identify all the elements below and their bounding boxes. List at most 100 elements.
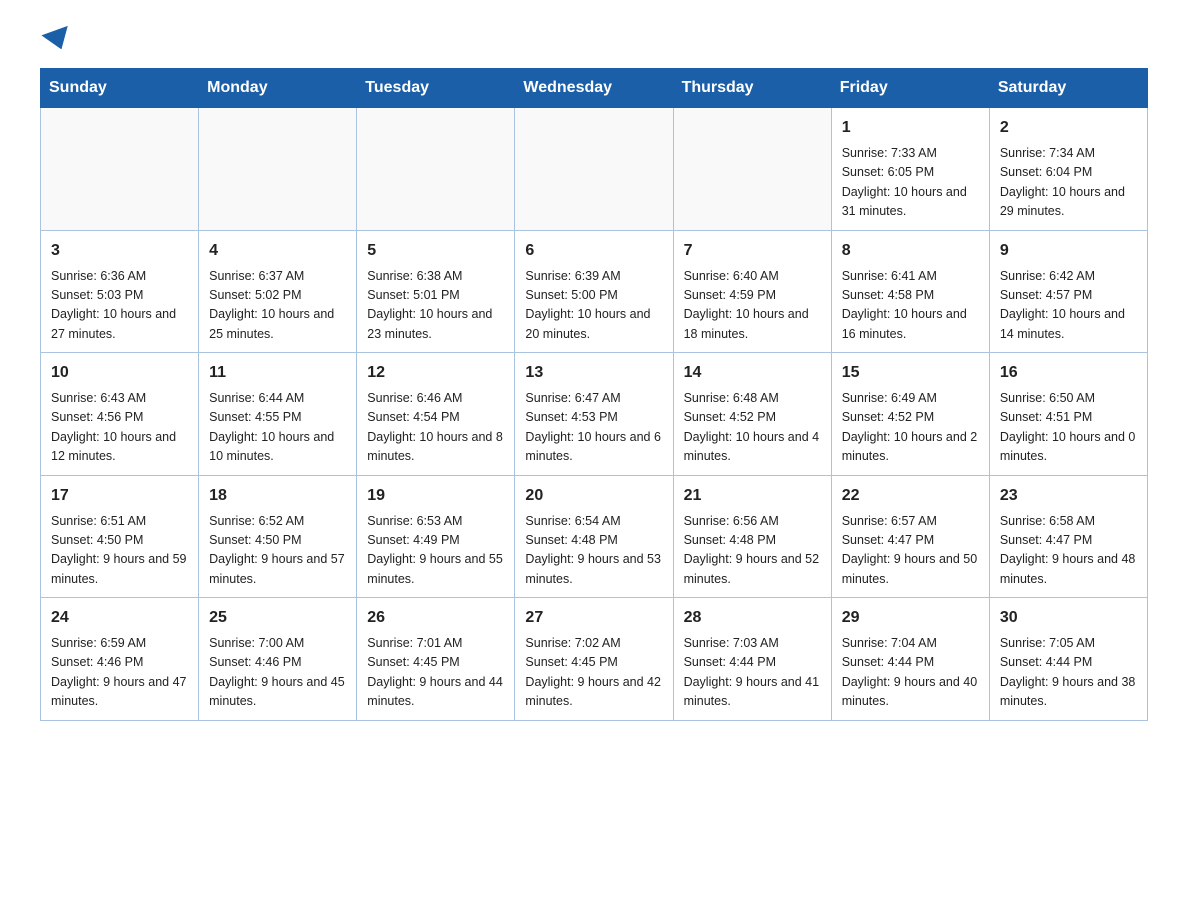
day-number: 9 [1000, 239, 1137, 263]
day-info: Sunrise: 6:41 AMSunset: 4:58 PMDaylight:… [842, 267, 979, 345]
day-info: Sunrise: 7:05 AMSunset: 4:44 PMDaylight:… [1000, 634, 1137, 712]
calendar-cell [199, 108, 357, 231]
day-info: Sunrise: 7:33 AMSunset: 6:05 PMDaylight:… [842, 144, 979, 222]
calendar-cell: 19 Sunrise: 6:53 AMSunset: 4:49 PMDayligh… [357, 475, 515, 598]
calendar-cell: 13 Sunrise: 6:47 AMSunset: 4:53 PMDayligh… [515, 353, 673, 476]
day-number: 16 [1000, 361, 1137, 385]
calendar-cell: 15 Sunrise: 6:49 AMSunset: 4:52 PMDayligh… [831, 353, 989, 476]
header-tuesday: Tuesday [357, 69, 515, 108]
day-info: Sunrise: 6:39 AMSunset: 5:00 PMDaylight:… [525, 267, 662, 345]
calendar-cell: 2 Sunrise: 7:34 AMSunset: 6:04 PMDaylight… [989, 108, 1147, 231]
day-number: 28 [684, 606, 821, 630]
calendar-cell: 20 Sunrise: 6:54 AMSunset: 4:48 PMDayligh… [515, 475, 673, 598]
day-info: Sunrise: 6:43 AMSunset: 4:56 PMDaylight:… [51, 389, 188, 467]
calendar-cell: 7 Sunrise: 6:40 AMSunset: 4:59 PMDaylight… [673, 230, 831, 353]
calendar-cell: 5Sunrise: 6:38 AMSunset: 5:01 PMDaylight… [357, 230, 515, 353]
logo [40, 30, 72, 48]
calendar-cell: 27 Sunrise: 7:02 AMSunset: 4:45 PMDayligh… [515, 598, 673, 721]
header-friday: Friday [831, 69, 989, 108]
day-info: Sunrise: 6:46 AMSunset: 4:54 PMDaylight:… [367, 389, 504, 467]
day-number: 12 [367, 361, 504, 385]
calendar-cell [673, 108, 831, 231]
day-info: Sunrise: 6:56 AMSunset: 4:48 PMDaylight:… [684, 512, 821, 590]
day-number: 13 [525, 361, 662, 385]
header-wednesday: Wednesday [515, 69, 673, 108]
day-number: 8 [842, 239, 979, 263]
calendar-cell: 28 Sunrise: 7:03 AMSunset: 4:44 PMDayligh… [673, 598, 831, 721]
day-number: 26 [367, 606, 504, 630]
calendar-cell [41, 108, 199, 231]
calendar-cell: 29Sunrise: 7:04 AMSunset: 4:44 PMDayligh… [831, 598, 989, 721]
day-info: Sunrise: 6:37 AMSunset: 5:02 PMDaylight:… [209, 267, 346, 345]
day-number: 7 [684, 239, 821, 263]
day-info: Sunrise: 6:36 AMSunset: 5:03 PMDaylight:… [51, 267, 188, 345]
day-number: 30 [1000, 606, 1137, 630]
day-number: 20 [525, 484, 662, 508]
calendar-cell: 1 Sunrise: 7:33 AMSunset: 6:05 PMDaylight… [831, 108, 989, 231]
calendar-cell: 26 Sunrise: 7:01 AMSunset: 4:45 PMDayligh… [357, 598, 515, 721]
week-row-1: 1 Sunrise: 7:33 AMSunset: 6:05 PMDaylight… [41, 108, 1148, 231]
day-info: Sunrise: 6:51 AMSunset: 4:50 PMDaylight:… [51, 512, 188, 590]
calendar-cell: 10 Sunrise: 6:43 AMSunset: 4:56 PMDayligh… [41, 353, 199, 476]
day-info: Sunrise: 7:03 AMSunset: 4:44 PMDaylight:… [684, 634, 821, 712]
logo-triangle-icon [41, 26, 74, 54]
day-info: Sunrise: 6:40 AMSunset: 4:59 PMDaylight:… [684, 267, 821, 345]
calendar-table: Sunday Monday Tuesday Wednesday Thursday… [40, 68, 1148, 721]
day-info: Sunrise: 7:00 AMSunset: 4:46 PMDaylight:… [209, 634, 346, 712]
day-number: 21 [684, 484, 821, 508]
calendar-cell: 25 Sunrise: 7:00 AMSunset: 4:46 PMDayligh… [199, 598, 357, 721]
day-number: 23 [1000, 484, 1137, 508]
calendar-cell: 22Sunrise: 6:57 AMSunset: 4:47 PMDayligh… [831, 475, 989, 598]
calendar-cell: 16Sunrise: 6:50 AMSunset: 4:51 PMDayligh… [989, 353, 1147, 476]
calendar-cell: 4 Sunrise: 6:37 AMSunset: 5:02 PMDaylight… [199, 230, 357, 353]
header-saturday: Saturday [989, 69, 1147, 108]
week-row-2: 3Sunrise: 6:36 AMSunset: 5:03 PMDaylight… [41, 230, 1148, 353]
day-number: 2 [1000, 116, 1137, 140]
day-info: Sunrise: 6:58 AMSunset: 4:47 PMDaylight:… [1000, 512, 1137, 590]
calendar-cell: 24 Sunrise: 6:59 AMSunset: 4:46 PMDayligh… [41, 598, 199, 721]
day-number: 4 [209, 239, 346, 263]
weekday-header-row: Sunday Monday Tuesday Wednesday Thursday… [41, 69, 1148, 108]
calendar-cell [515, 108, 673, 231]
calendar-cell [357, 108, 515, 231]
calendar-cell: 11Sunrise: 6:44 AMSunset: 4:55 PMDayligh… [199, 353, 357, 476]
calendar-cell: 18 Sunrise: 6:52 AMSunset: 4:50 PMDayligh… [199, 475, 357, 598]
day-number: 1 [842, 116, 979, 140]
header [40, 30, 1148, 48]
calendar-cell: 14Sunrise: 6:48 AMSunset: 4:52 PMDayligh… [673, 353, 831, 476]
day-number: 19 [367, 484, 504, 508]
day-info: Sunrise: 6:57 AMSunset: 4:47 PMDaylight:… [842, 512, 979, 590]
week-row-4: 17 Sunrise: 6:51 AMSunset: 4:50 PMDayligh… [41, 475, 1148, 598]
day-number: 25 [209, 606, 346, 630]
calendar-cell: 21 Sunrise: 6:56 AMSunset: 4:48 PMDayligh… [673, 475, 831, 598]
calendar-cell: 9Sunrise: 6:42 AMSunset: 4:57 PMDaylight… [989, 230, 1147, 353]
day-info: Sunrise: 7:34 AMSunset: 6:04 PMDaylight:… [1000, 144, 1137, 222]
day-number: 14 [684, 361, 821, 385]
day-info: Sunrise: 6:53 AMSunset: 4:49 PMDaylight:… [367, 512, 504, 590]
header-monday: Monday [199, 69, 357, 108]
day-number: 17 [51, 484, 188, 508]
day-info: Sunrise: 7:02 AMSunset: 4:45 PMDaylight:… [525, 634, 662, 712]
day-info: Sunrise: 6:47 AMSunset: 4:53 PMDaylight:… [525, 389, 662, 467]
logo-text [40, 30, 72, 52]
calendar-cell: 30 Sunrise: 7:05 AMSunset: 4:44 PMDayligh… [989, 598, 1147, 721]
day-number: 11 [209, 361, 346, 385]
day-number: 27 [525, 606, 662, 630]
calendar-cell: 3Sunrise: 6:36 AMSunset: 5:03 PMDaylight… [41, 230, 199, 353]
day-info: Sunrise: 7:01 AMSunset: 4:45 PMDaylight:… [367, 634, 504, 712]
day-number: 15 [842, 361, 979, 385]
header-thursday: Thursday [673, 69, 831, 108]
calendar-cell: 12 Sunrise: 6:46 AMSunset: 4:54 PMDayligh… [357, 353, 515, 476]
day-number: 5 [367, 239, 504, 263]
day-number: 29 [842, 606, 979, 630]
day-number: 10 [51, 361, 188, 385]
header-sunday: Sunday [41, 69, 199, 108]
day-number: 18 [209, 484, 346, 508]
day-info: Sunrise: 6:54 AMSunset: 4:48 PMDaylight:… [525, 512, 662, 590]
day-info: Sunrise: 6:52 AMSunset: 4:50 PMDaylight:… [209, 512, 346, 590]
week-row-3: 10 Sunrise: 6:43 AMSunset: 4:56 PMDayligh… [41, 353, 1148, 476]
calendar-cell: 6Sunrise: 6:39 AMSunset: 5:00 PMDaylight… [515, 230, 673, 353]
day-info: Sunrise: 6:59 AMSunset: 4:46 PMDaylight:… [51, 634, 188, 712]
day-info: Sunrise: 6:49 AMSunset: 4:52 PMDaylight:… [842, 389, 979, 467]
day-number: 24 [51, 606, 188, 630]
